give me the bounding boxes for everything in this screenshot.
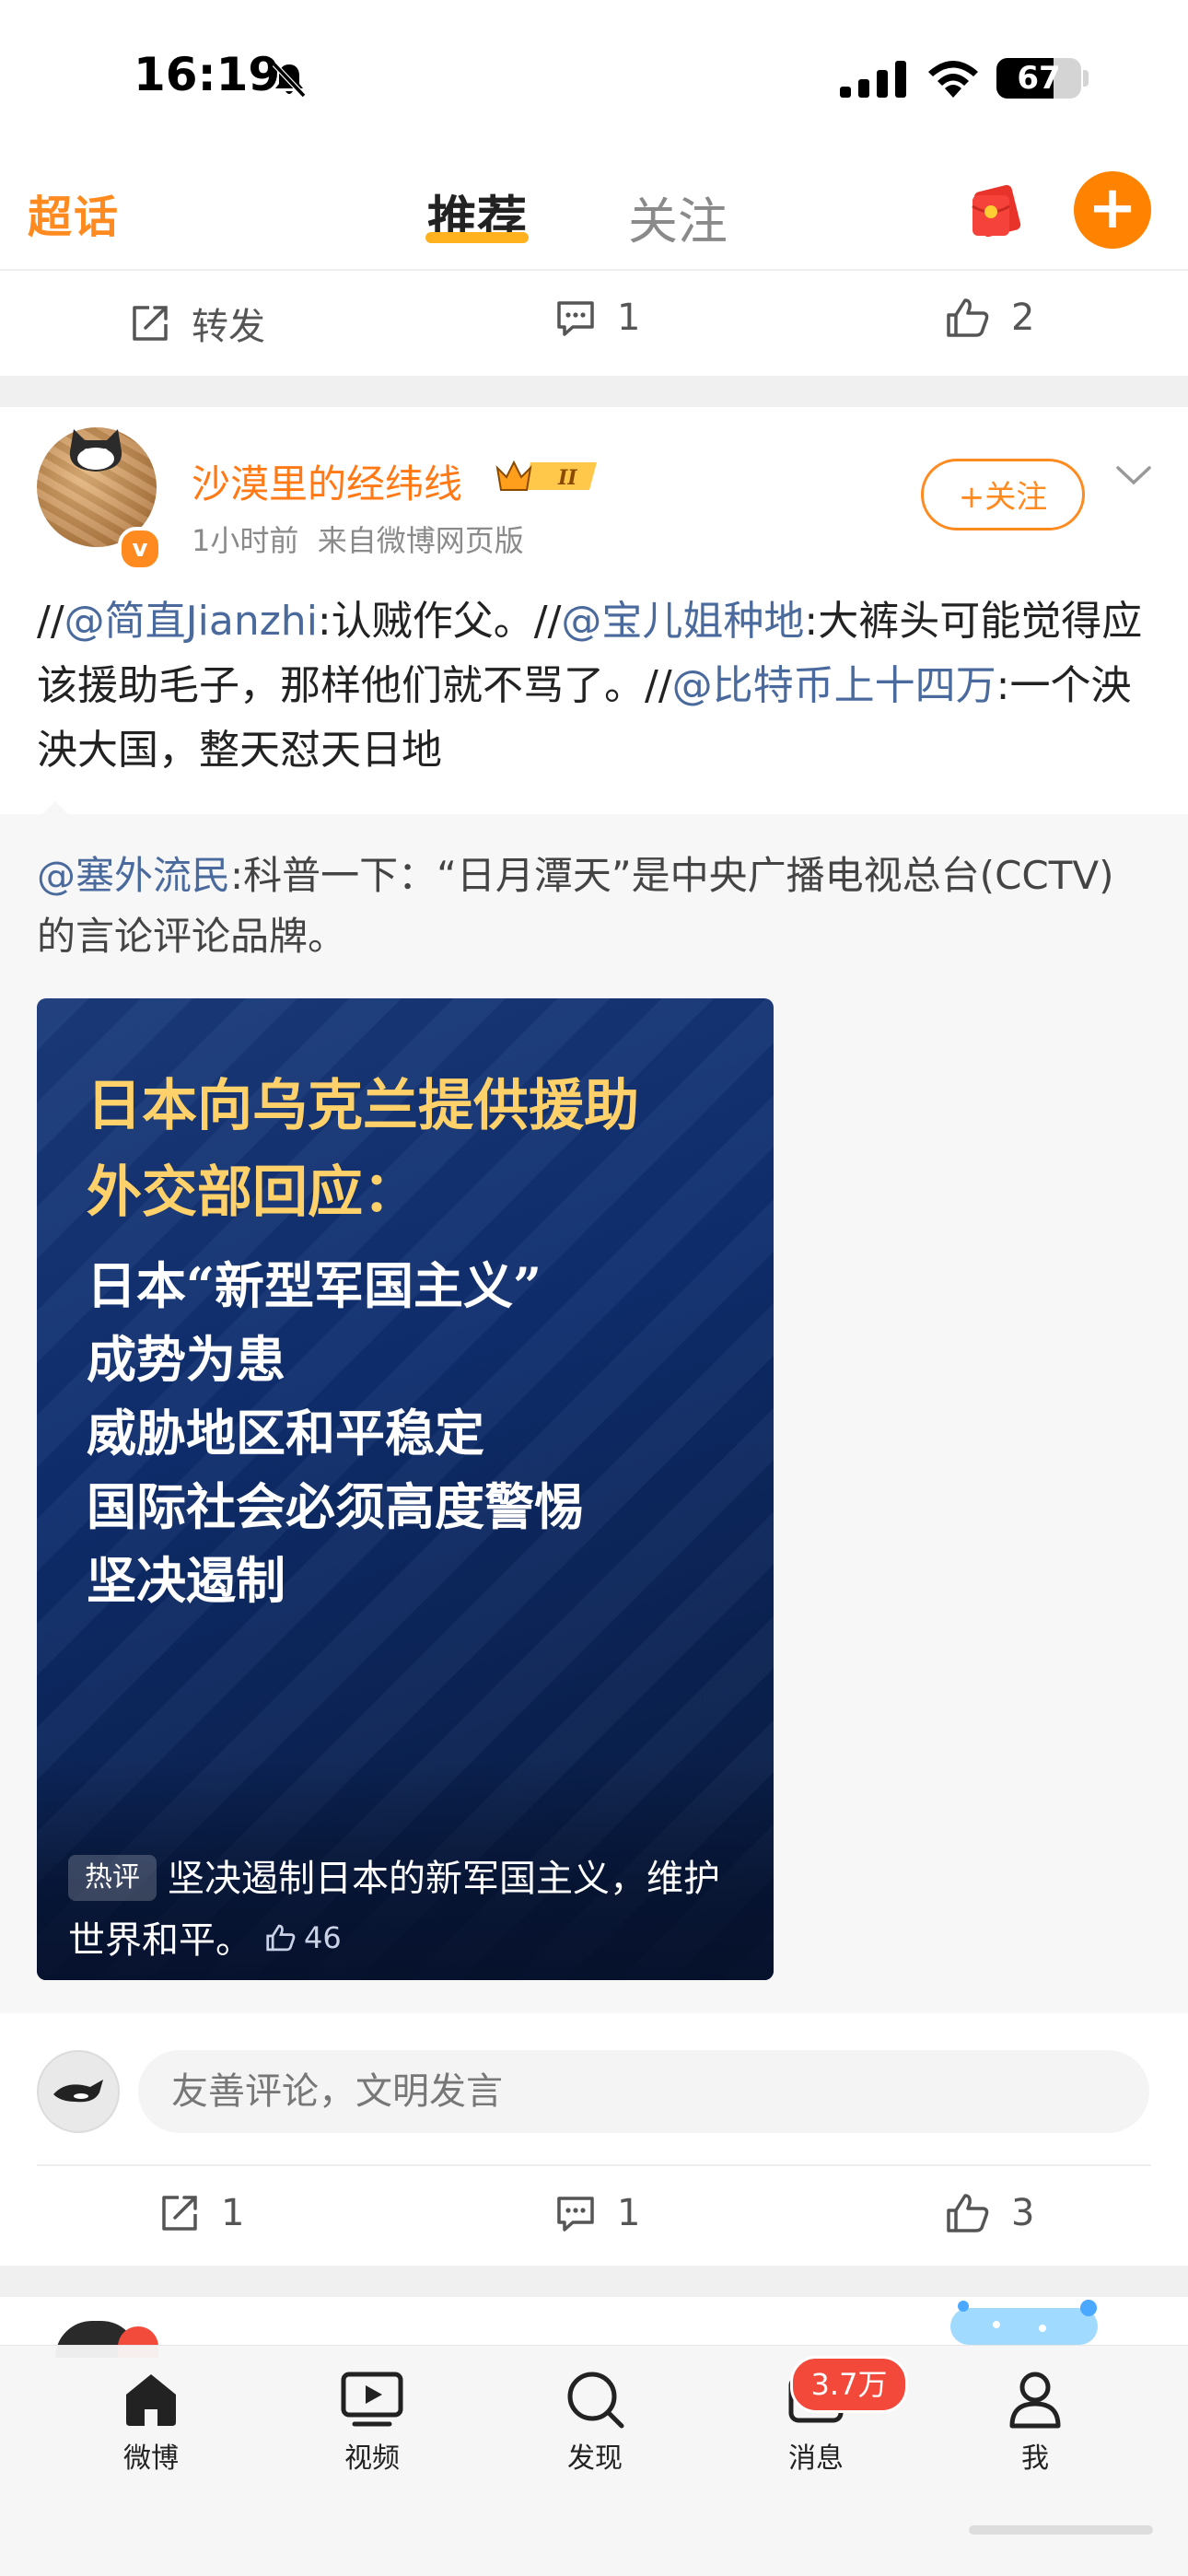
like-count: 2 [1011,297,1035,339]
repost-button[interactable]: 转发 [129,297,265,350]
tab-discover-label: 发现 [567,2442,623,2475]
comment-button[interactable]: 1 [554,297,640,339]
tab-me-label: 我 [1021,2442,1049,2475]
mention-link[interactable]: @比特币上十四万 [672,662,996,709]
messages-badge: 3.7万 [790,2356,908,2413]
chaohua-logo-button[interactable]: 超话 [28,181,120,245]
like-count: 3 [1011,2192,1035,2234]
media-body-line: 日本“新型军国主义” [87,1256,542,1315]
verified-badge: v [118,527,162,571]
hot-comment-text: 坚决遏制日本的新军国主义，维护世界和平。 [68,1858,720,1962]
tab-home-label: 微博 [123,2442,179,2475]
video-icon [341,2372,403,2427]
battery-percent: 67 [1017,60,1061,97]
chevron-down-icon[interactable] [1114,464,1153,488]
battery-tip [1083,70,1089,87]
comment-count: 1 [617,2192,641,2234]
my-avatar[interactable] [37,2050,120,2133]
repost-separator: // [645,662,672,709]
comment-count: 1 [617,297,641,339]
repost-icon [133,306,168,341]
silent-bell-icon [272,62,307,99]
tab-follow[interactable]: 关注 [628,181,728,253]
thumbs-up-icon [947,298,989,337]
media-headline-line: 外交部回应： [87,1160,418,1225]
action-divider [37,2164,1151,2166]
like-button[interactable]: 3 [945,2192,1034,2234]
post-time: 1小时前 [192,523,299,558]
home-indicator [969,2525,1153,2535]
mention-link[interactable]: @简直Jianzhi [64,598,318,645]
search-icon [567,2372,624,2429]
follow-button[interactable]: +关注 [921,459,1085,530]
tab-messages-label: 消息 [788,2442,844,2475]
promo-floating-icon[interactable] [941,2297,1107,2347]
tab-video[interactable]: 视频 [308,2369,437,2476]
post-meta: 1小时前 来自微博网页版 [192,518,524,560]
red-envelope-icon[interactable] [963,179,1028,239]
comment-icon [557,301,594,336]
compose-plus-button[interactable]: + [1074,171,1151,249]
comment-button[interactable]: 1 [554,2192,640,2234]
orca-avatar-icon [53,2080,103,2103]
media-headline: 日本向乌克兰提供援助 外交部回应： [87,1063,750,1236]
repost-label: 转发 [192,306,265,348]
like-button[interactable]: 2 [945,297,1034,339]
wifi-icon [928,61,978,98]
tab-video-label: 视频 [344,2442,400,2475]
repost-separator: // [37,598,64,645]
feed-separator [0,376,1188,407]
comment-icon [557,2197,594,2232]
media-body-line: 威胁地区和平稳定 [87,1404,484,1463]
battery-indicator: 67 [996,58,1081,99]
media-image[interactable]: 日本向乌克兰提供援助 外交部回应： 日本“新型军国主义” 成势为患 威胁地区和平… [37,998,774,1980]
post-source: 来自微博网页版 [317,523,524,558]
hot-comment[interactable]: 坚决遏制日本的新军国主义，维护世界和平。 46 [68,1849,750,1970]
repost-count: 1 [221,2192,245,2234]
media-body: 日本“新型军国主义” 成势为患 威胁地区和平稳定 国际社会必须高度警惕 坚决遏制 [87,1249,750,1617]
repost-comment-text: :认贼作父。 [317,598,534,645]
vip-crown-badge-icon: II [495,460,597,491]
media-headline-line: 日本向乌克兰提供援助 [87,1074,639,1138]
profile-icon [1009,2372,1061,2429]
mention-link[interactable]: @宝儿姐种地 [561,598,804,645]
tab-active-indicator [425,232,529,243]
repost-icon [162,2196,197,2231]
comment-input[interactable]: 友善评论，文明发言 [138,2050,1149,2133]
quoted-post-text: @塞外流民:科普一下：“日月潭天”是中央广播电视总台(CCTV) 的言论评论品牌… [37,845,1151,967]
home-icon [126,2374,176,2426]
media-body-line: 成势为患 [87,1330,285,1389]
tab-me[interactable]: 我 [971,2369,1100,2476]
tab-home[interactable]: 微博 [87,2369,215,2476]
nav-divider [0,269,1188,271]
cellular-signal-icon [840,61,906,98]
mention-link[interactable]: @塞外流民 [37,853,230,898]
thumbs-up-icon [947,2194,989,2232]
feed-separator [0,2266,1188,2297]
repost-separator: // [533,598,562,645]
cat-avatar-frame-icon [69,429,122,472]
post-username[interactable]: 沙漠里的经纬线 [192,453,462,509]
hot-comment-like-count: 46 [304,1920,342,1955]
status-time: 16:19 [134,48,281,101]
tab-discover[interactable]: 发现 [530,2369,659,2476]
repost-button[interactable]: 1 [158,2192,244,2234]
thumbs-up-icon [266,1924,296,1952]
level-badge-text: II [557,466,577,490]
hot-comment-like[interactable]: 46 [265,1908,342,1967]
post-text: //@简直Jianzhi:认贼作父。//@宝儿姐种地:大裤头可能觉得应该援助毛子… [37,589,1153,783]
media-body-line: 坚决遏制 [87,1551,285,1610]
media-body-line: 国际社会必须高度警惕 [87,1477,584,1536]
